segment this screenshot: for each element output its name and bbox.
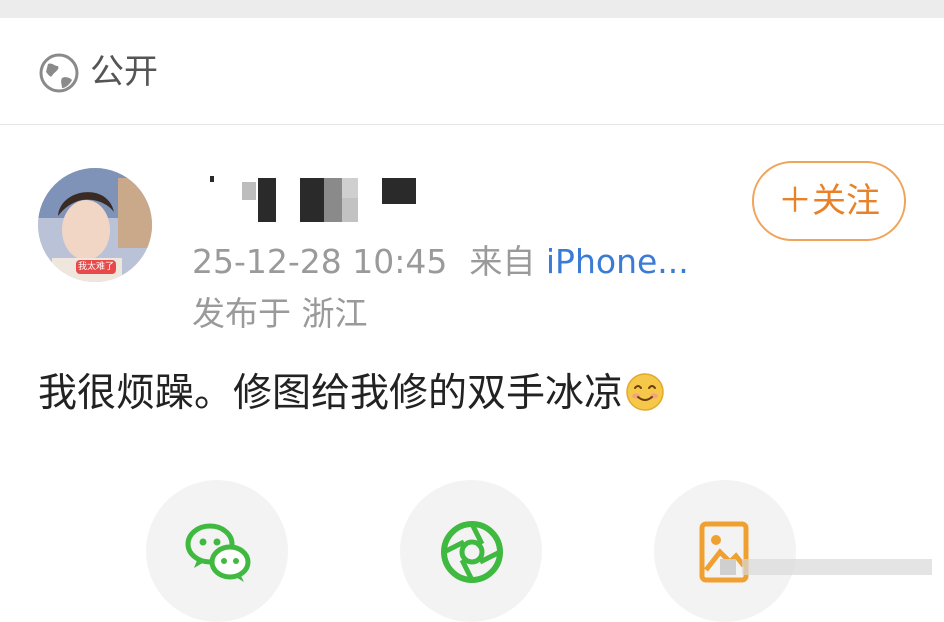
visibility-label: 公开	[90, 52, 158, 92]
share-moments-button[interactable]	[400, 480, 542, 622]
follow-button[interactable]: ＋关注	[752, 161, 906, 241]
post-body: 我很烦躁。修图给我修的双手冰凉	[38, 366, 665, 422]
top-divider-bar	[0, 0, 944, 18]
smiling-face-emoji	[626, 373, 664, 411]
visibility-setting[interactable]: 公开	[0, 18, 944, 125]
post-text: 我很烦躁。修图给我修的双手冰凉	[38, 371, 624, 416]
post-location: 发布于 浙江	[192, 294, 368, 333]
watermark	[720, 559, 932, 575]
source-client-link[interactable]: iPhone...	[546, 242, 689, 281]
share-wechat-button[interactable]	[146, 480, 288, 622]
avatar[interactable]: 我太难了	[38, 168, 152, 282]
post-timestamp: 25-12-28 10:45	[192, 242, 448, 281]
avatar-badge: 我太难了	[76, 260, 116, 274]
username-redacted[interactable]	[210, 174, 430, 222]
wechat-moments-icon	[441, 521, 503, 583]
post-meta: 25-12-28 10:45 来自 iPhone...	[192, 238, 689, 286]
save-image-button[interactable]	[654, 480, 796, 622]
source-prefix: 来自	[469, 242, 536, 281]
globe-icon	[39, 53, 79, 93]
wechat-icon	[185, 523, 251, 582]
